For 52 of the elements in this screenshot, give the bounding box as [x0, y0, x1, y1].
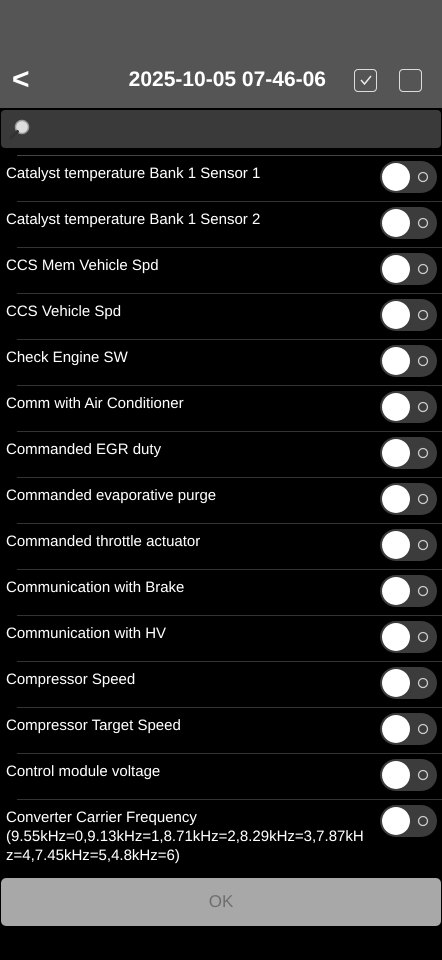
back-button[interactable]: <	[8, 65, 34, 95]
circle-icon	[417, 309, 429, 321]
toggle-switch[interactable]	[380, 345, 437, 377]
toggle-switch[interactable]	[380, 207, 437, 239]
item-label: Comm with Air Conditioner	[6, 394, 185, 413]
circle-icon	[417, 539, 429, 551]
toggle-switch[interactable]	[380, 759, 437, 791]
toggle-switch[interactable]	[380, 575, 437, 607]
checkbox[interactable]	[399, 68, 422, 92]
item-label: CCS Mem Vehicle Spd	[6, 256, 160, 275]
toggle-switch[interactable]	[380, 483, 437, 515]
item-label: Commanded throttle actuator	[6, 532, 202, 551]
circle-icon	[417, 677, 429, 689]
toggle-switch[interactable]	[380, 713, 437, 745]
circle-icon	[417, 263, 429, 275]
circle-icon	[417, 171, 429, 183]
search-icon	[9, 118, 31, 140]
toggle-switch[interactable]	[380, 161, 437, 193]
screen-title: 2025-10-05 07-46-06	[128, 67, 326, 94]
toggle-switch[interactable]	[380, 437, 437, 469]
circle-icon	[417, 355, 429, 367]
toggle-switch[interactable]	[380, 621, 437, 653]
circle-icon	[417, 493, 429, 505]
item-label: Commanded EGR duty	[6, 440, 162, 459]
item-label: Catalyst temperature Bank 1 Sensor 2	[6, 210, 262, 229]
toggle-switch[interactable]	[380, 299, 437, 331]
toggle-switch[interactable]	[380, 805, 437, 837]
circle-icon	[417, 585, 429, 597]
checkbox[interactable]	[354, 68, 377, 92]
item-label: Communication with HV	[6, 624, 168, 643]
toggle-switch[interactable]	[380, 529, 437, 561]
search-field[interactable]	[1, 110, 441, 148]
item-label: Compressor Target Speed	[6, 716, 182, 735]
item-label: Catalyst temperature Bank 1 Sensor 1	[6, 164, 262, 183]
circle-icon	[417, 447, 429, 459]
circle-icon	[417, 769, 429, 781]
circle-icon	[417, 723, 429, 735]
item-label: Compressor Speed	[6, 670, 136, 689]
item-label: Converter Carrier Frequency (9.55kHz=0,9.13kHz=1,8.71kHz=2,8.29kHz=3,7.87kHz=4,7.45kHz=5,4.8kHz=6)	[6, 808, 365, 865]
toggle-switch[interactable]	[380, 391, 437, 423]
item-label: CCS Vehicle Spd	[6, 302, 122, 321]
toggle-switch[interactable]	[380, 253, 437, 285]
circle-icon	[417, 401, 429, 413]
item-label: Communication with Brake	[6, 578, 186, 597]
circle-icon	[417, 217, 429, 229]
check-icon	[358, 74, 372, 86]
toggle-switch[interactable]	[380, 667, 437, 699]
item-label: Control module voltage	[6, 762, 162, 781]
item-label: Commanded evaporative purge	[6, 486, 218, 505]
circle-icon	[417, 631, 429, 643]
item-label: Check Engine SW	[6, 348, 129, 367]
circle-icon	[417, 815, 429, 827]
